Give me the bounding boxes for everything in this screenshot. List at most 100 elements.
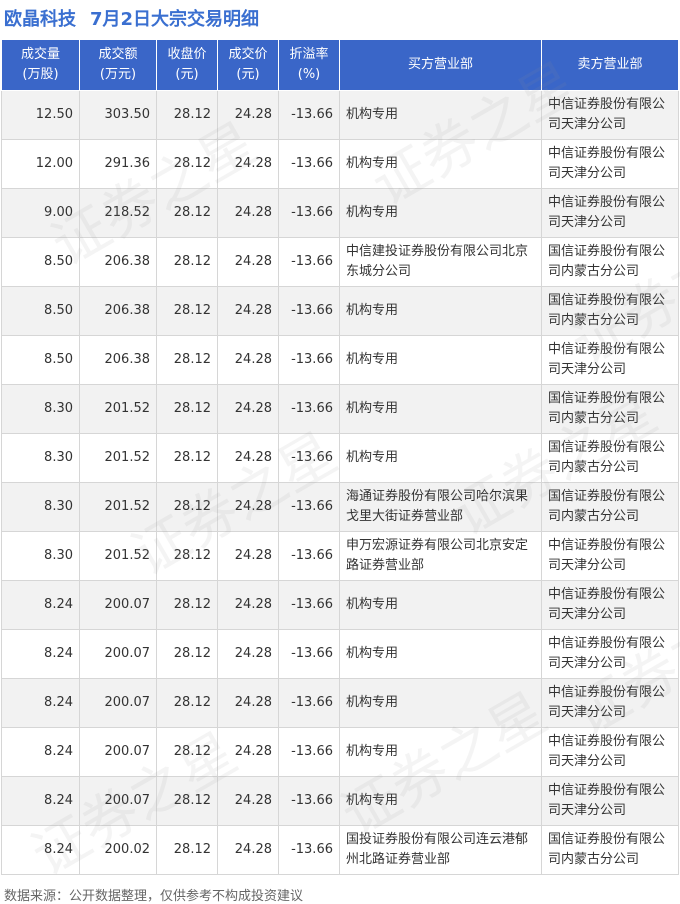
cell-premium-rate: -13.66 — [278, 825, 340, 875]
cell-premium-rate: -13.66 — [278, 237, 340, 287]
cell-trade-price: 24.28 — [217, 629, 279, 679]
cell-seller: 中信证券股份有限公司天津分公司 — [541, 678, 679, 728]
cell-buyer: 中信建投证券股份有限公司北京东城分公司 — [339, 237, 542, 287]
cell-amount: 206.38 — [79, 237, 157, 287]
cell-premium-rate: -13.66 — [278, 286, 340, 336]
cell-amount: 201.52 — [79, 433, 157, 483]
cell-buyer: 国投证券股份有限公司连云港郁州北路证券营业部 — [339, 825, 542, 875]
header-premium-rate: 折溢率 (%) — [278, 39, 340, 91]
cell-amount: 206.38 — [79, 335, 157, 385]
cell-buyer: 机构专用 — [339, 90, 542, 140]
cell-volume: 8.24 — [1, 629, 80, 679]
cell-amount: 200.07 — [79, 580, 157, 630]
table-row: 8.24 200.02 28.12 24.28 -13.66 国投证券股份有限公司连云港郁… — [1, 825, 679, 875]
cell-volume: 8.24 — [1, 825, 80, 875]
header-buyer: 买方营业部 — [339, 39, 542, 91]
page-title: 欧晶科技 7月2日大宗交易明细 — [0, 0, 680, 36]
cell-amount: 303.50 — [79, 90, 157, 140]
table-row: 8.24 200.07 28.12 24.28 -13.66 机构专用 中信证券股份有限公司… — [1, 727, 679, 777]
table-row: 8.30 201.52 28.12 24.28 -13.66 机构专用 国信证券股份有限公司… — [1, 433, 679, 483]
cell-close-price: 28.12 — [156, 286, 218, 336]
table-row: 8.50 206.38 28.12 24.28 -13.66 机构专用 中信证券股份有限公司… — [1, 335, 679, 385]
cell-trade-price: 24.28 — [217, 237, 279, 287]
table-row: 8.24 200.07 28.12 24.28 -13.66 机构专用 中信证券股份有限公司… — [1, 629, 679, 679]
cell-seller: 中信证券股份有限公司天津分公司 — [541, 531, 679, 581]
cell-premium-rate: -13.66 — [278, 335, 340, 385]
cell-volume: 8.30 — [1, 531, 80, 581]
cell-seller: 国信证券股份有限公司内蒙古分公司 — [541, 482, 679, 532]
header-trade-price: 成交价 (元) — [217, 39, 279, 91]
cell-amount: 291.36 — [79, 139, 157, 189]
title-subtitle: 7月2日大宗交易明细 — [90, 9, 260, 30]
cell-trade-price: 24.28 — [217, 580, 279, 630]
cell-close-price: 28.12 — [156, 531, 218, 581]
cell-premium-rate: -13.66 — [278, 90, 340, 140]
cell-buyer: 机构专用 — [339, 139, 542, 189]
cell-seller: 中信证券股份有限公司天津分公司 — [541, 335, 679, 385]
cell-close-price: 28.12 — [156, 237, 218, 287]
cell-seller: 国信证券股份有限公司内蒙古分公司 — [541, 237, 679, 287]
cell-close-price: 28.12 — [156, 678, 218, 728]
cell-volume: 8.50 — [1, 286, 80, 336]
cell-volume: 8.24 — [1, 776, 80, 826]
cell-premium-rate: -13.66 — [278, 580, 340, 630]
cell-trade-price: 24.28 — [217, 188, 279, 238]
table-row: 8.50 206.38 28.12 24.28 -13.66 机构专用 国信证券股份有限公司… — [1, 286, 679, 336]
cell-amount: 206.38 — [79, 286, 157, 336]
header-volume: 成交量 (万股) — [1, 39, 80, 91]
table-row: 12.50 303.50 28.12 24.28 -13.66 机构专用 中信证券股份有限公… — [1, 90, 679, 140]
cell-seller: 中信证券股份有限公司天津分公司 — [541, 727, 679, 777]
cell-premium-rate: -13.66 — [278, 188, 340, 238]
cell-buyer: 申万宏源证券有限公司北京安定路证券营业部 — [339, 531, 542, 581]
cell-seller: 中信证券股份有限公司天津分公司 — [541, 580, 679, 630]
cell-close-price: 28.12 — [156, 433, 218, 483]
cell-buyer: 机构专用 — [339, 776, 542, 826]
cell-trade-price: 24.28 — [217, 286, 279, 336]
table-header-row: 成交量 (万股) 成交额 (万元) 收盘价 (元) 成交价 (元) 折溢率 (%) 买方营… — [1, 39, 679, 91]
table-row: 9.00 218.52 28.12 24.28 -13.66 机构专用 中信证券股份有限公司… — [1, 188, 679, 238]
cell-seller: 中信证券股份有限公司天津分公司 — [541, 629, 679, 679]
cell-amount: 200.07 — [79, 776, 157, 826]
cell-trade-price: 24.28 — [217, 825, 279, 875]
cell-volume: 8.24 — [1, 678, 80, 728]
cell-amount: 200.07 — [79, 678, 157, 728]
cell-trade-price: 24.28 — [217, 139, 279, 189]
table-row: 8.24 200.07 28.12 24.28 -13.66 机构专用 中信证券股份有限公司… — [1, 678, 679, 728]
cell-close-price: 28.12 — [156, 776, 218, 826]
cell-trade-price: 24.28 — [217, 776, 279, 826]
cell-trade-price: 24.28 — [217, 678, 279, 728]
cell-buyer: 机构专用 — [339, 727, 542, 777]
cell-seller: 国信证券股份有限公司内蒙古分公司 — [541, 384, 679, 434]
cell-buyer: 机构专用 — [339, 188, 542, 238]
cell-amount: 200.07 — [79, 629, 157, 679]
cell-close-price: 28.12 — [156, 384, 218, 434]
cell-volume: 8.30 — [1, 482, 80, 532]
cell-premium-rate: -13.66 — [278, 776, 340, 826]
cell-premium-rate: -13.66 — [278, 727, 340, 777]
table-row: 12.00 291.36 28.12 24.28 -13.66 机构专用 中信证券股份有限公… — [1, 139, 679, 189]
cell-trade-price: 24.28 — [217, 531, 279, 581]
cell-trade-price: 24.28 — [217, 727, 279, 777]
block-trade-table: 成交量 (万股) 成交额 (万元) 收盘价 (元) 成交价 (元) 折溢率 (%) 买方营… — [1, 39, 679, 875]
cell-trade-price: 24.28 — [217, 90, 279, 140]
cell-premium-rate: -13.66 — [278, 384, 340, 434]
cell-trade-price: 24.28 — [217, 335, 279, 385]
table-row: 8.50 206.38 28.12 24.28 -13.66 中信建投证券股份有限公司北京… — [1, 237, 679, 287]
cell-amount: 218.52 — [79, 188, 157, 238]
cell-seller: 中信证券股份有限公司天津分公司 — [541, 90, 679, 140]
cell-seller: 国信证券股份有限公司内蒙古分公司 — [541, 433, 679, 483]
table-row: 8.24 200.07 28.12 24.28 -13.66 机构专用 中信证券股份有限公司… — [1, 776, 679, 826]
cell-premium-rate: -13.66 — [278, 629, 340, 679]
cell-close-price: 28.12 — [156, 825, 218, 875]
cell-volume: 12.00 — [1, 139, 80, 189]
cell-volume: 9.00 — [1, 188, 80, 238]
cell-amount: 201.52 — [79, 384, 157, 434]
cell-seller: 国信证券股份有限公司内蒙古分公司 — [541, 825, 679, 875]
cell-seller: 中信证券股份有限公司天津分公司 — [541, 776, 679, 826]
table-row: 8.24 200.07 28.12 24.28 -13.66 机构专用 中信证券股份有限公司… — [1, 580, 679, 630]
cell-seller: 国信证券股份有限公司内蒙古分公司 — [541, 286, 679, 336]
header-close-price: 收盘价 (元) — [156, 39, 218, 91]
header-seller: 卖方营业部 — [541, 39, 679, 91]
cell-amount: 201.52 — [79, 531, 157, 581]
cell-seller: 中信证券股份有限公司天津分公司 — [541, 188, 679, 238]
